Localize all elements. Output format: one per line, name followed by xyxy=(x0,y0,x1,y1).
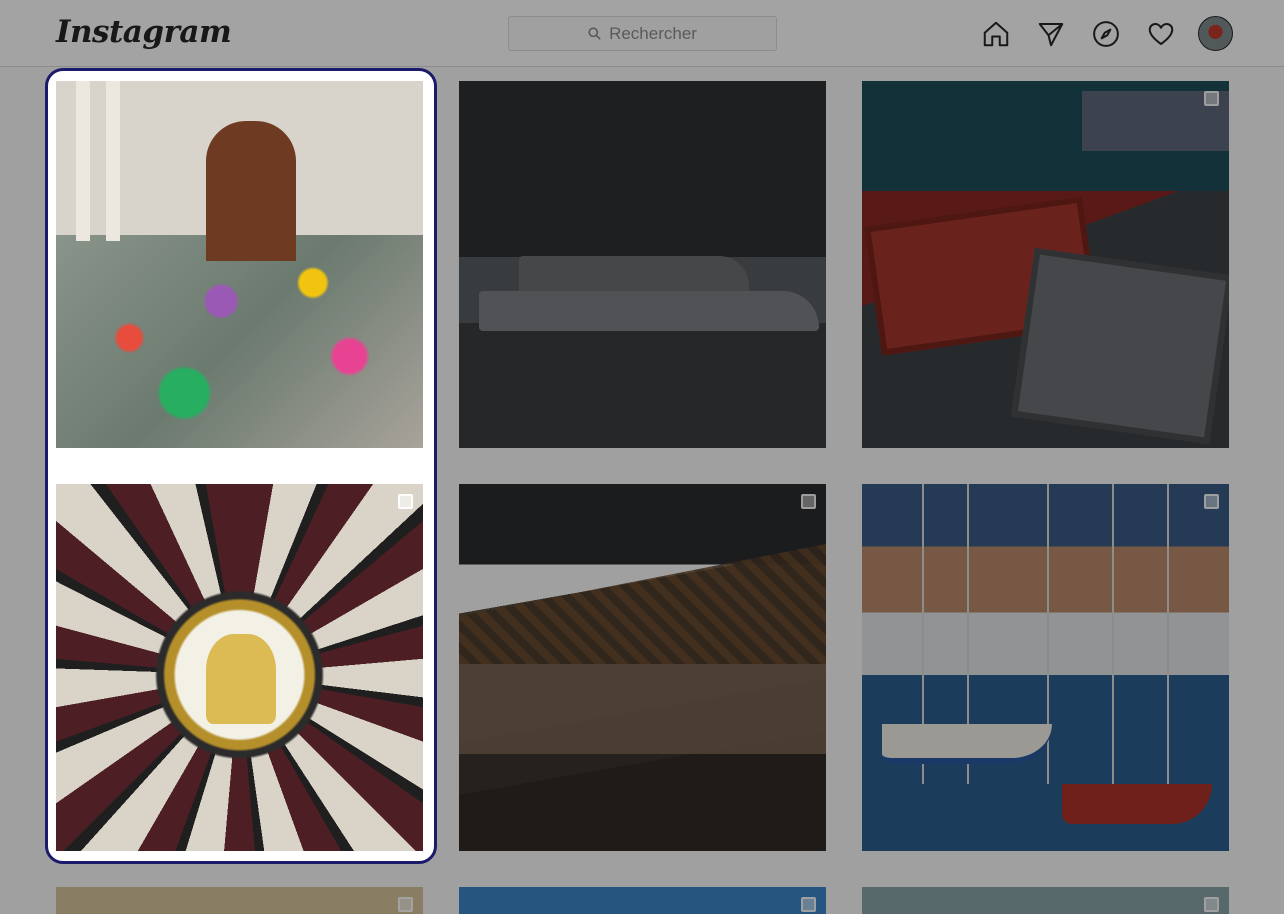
photo-detail xyxy=(459,544,826,664)
photo-detail xyxy=(519,256,749,292)
photo-detail xyxy=(76,81,90,241)
post-sailboats-harbor[interactable] xyxy=(862,484,1229,851)
multi-photo-icon xyxy=(1204,91,1219,106)
instagram-logo[interactable]: Instagram xyxy=(56,14,232,50)
nav-icons xyxy=(978,16,1233,51)
photo-detail xyxy=(479,291,819,331)
home-icon[interactable] xyxy=(978,16,1013,51)
photo-detail xyxy=(206,121,296,261)
highlighted-posts-panel[interactable] xyxy=(45,68,437,864)
photo-detail xyxy=(459,664,826,754)
explore-compass-icon[interactable] xyxy=(1088,16,1123,51)
profile-avatar[interactable] xyxy=(1198,16,1233,51)
post-row3-left[interactable] xyxy=(56,887,423,914)
photo-detail xyxy=(206,634,276,724)
post-flowers-memorial[interactable] xyxy=(56,81,423,448)
direct-message-icon[interactable] xyxy=(1033,16,1068,51)
multi-photo-icon xyxy=(398,494,413,509)
post-stained-glass[interactable] xyxy=(56,484,423,851)
multi-photo-icon xyxy=(1204,897,1219,912)
avatar xyxy=(1198,16,1233,51)
photo-detail xyxy=(1062,784,1212,824)
post-hospices-de-beaune[interactable] xyxy=(459,484,826,851)
multi-photo-icon xyxy=(801,494,816,509)
multi-photo-icon xyxy=(398,897,413,912)
photo-detail xyxy=(882,724,1052,764)
post-yacht-harbor[interactable] xyxy=(459,81,826,448)
search-placeholder: Rechercher xyxy=(609,23,697,43)
search-icon xyxy=(588,27,601,40)
multi-photo-icon xyxy=(1204,494,1219,509)
post-fish-market[interactable] xyxy=(862,81,1229,448)
multi-photo-icon xyxy=(801,897,816,912)
top-navbar: Instagram Rechercher xyxy=(0,0,1284,67)
photo-detail xyxy=(1112,484,1114,784)
photo-detail xyxy=(106,81,120,241)
post-row3-middle[interactable] xyxy=(459,887,826,914)
post-row3-right[interactable] xyxy=(862,887,1229,914)
activity-heart-icon[interactable] xyxy=(1143,16,1178,51)
photo-detail xyxy=(1167,484,1169,784)
search-input[interactable]: Rechercher xyxy=(508,16,777,51)
photo-detail xyxy=(1011,247,1229,445)
